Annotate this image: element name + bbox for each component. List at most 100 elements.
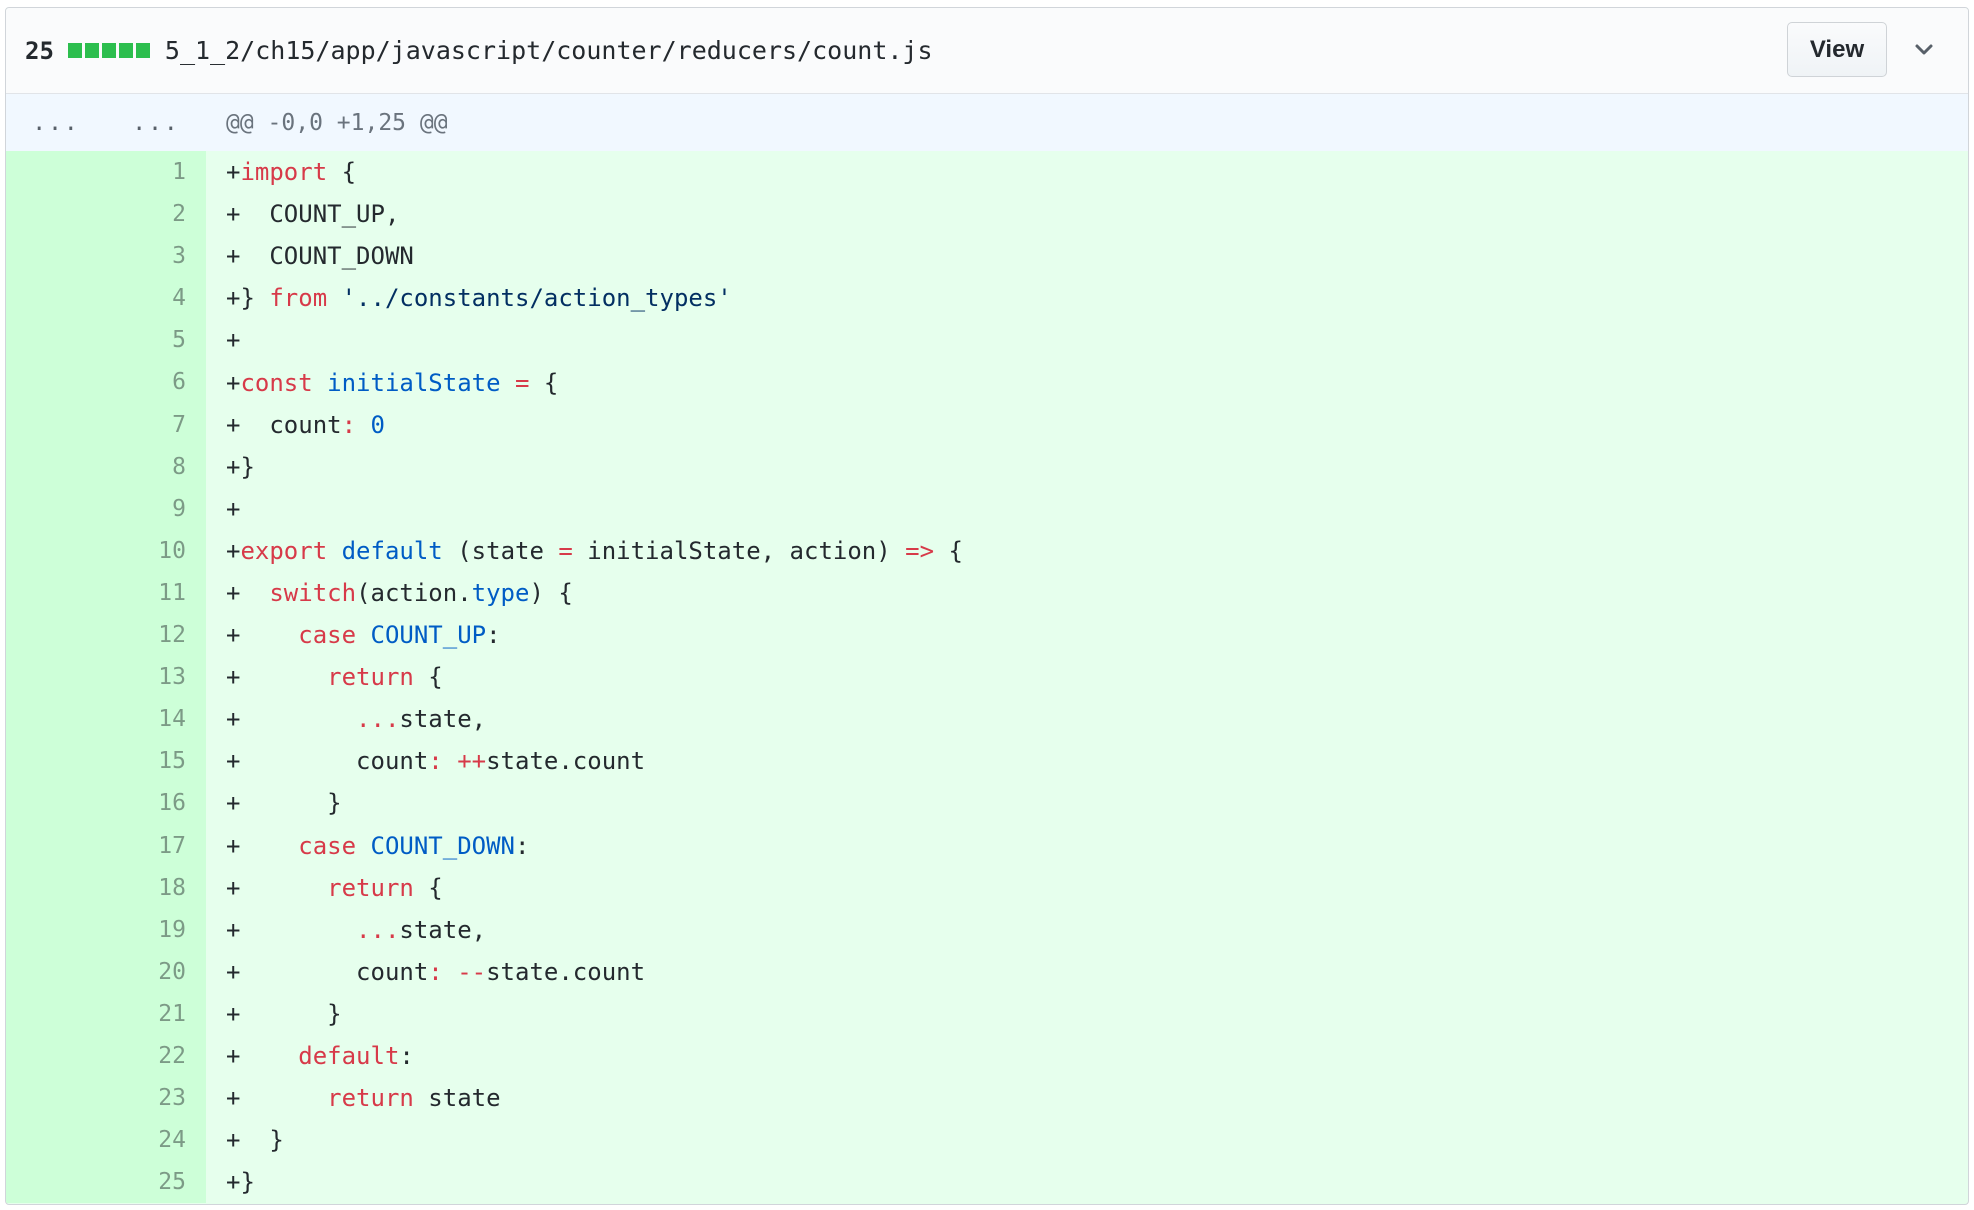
- old-line-number[interactable]: [6, 193, 106, 236]
- new-line-number[interactable]: 1: [106, 151, 206, 194]
- new-line-number[interactable]: 7: [106, 403, 206, 446]
- old-line-number[interactable]: [6, 1034, 106, 1078]
- code-token: ...: [356, 705, 400, 734]
- new-line-number[interactable]: 5: [106, 319, 206, 362]
- new-line-number[interactable]: 11: [106, 571, 206, 615]
- code-token: +: [226, 705, 357, 734]
- diff-line: 5 +: [6, 319, 1968, 362]
- old-line-number[interactable]: [6, 487, 106, 530]
- hunk-expand-new[interactable]: ...: [106, 110, 206, 136]
- file-path[interactable]: 5_1_2/ch15/app/javascript/counter/reduce…: [165, 36, 933, 65]
- old-line-number[interactable]: [6, 445, 106, 488]
- code-line: + default:: [226, 1042, 414, 1070]
- old-line-number[interactable]: [6, 950, 106, 993]
- diff-line: 4 +} from '../constants/action_types': [6, 277, 1968, 320]
- diffstat-bar: [67, 43, 153, 58]
- new-line-number[interactable]: 24: [106, 1119, 206, 1162]
- diff-line: 11 + switch(action.type) {: [6, 571, 1968, 615]
- code-token: from: [269, 284, 328, 313]
- new-line-number[interactable]: 22: [106, 1034, 206, 1078]
- new-line-number[interactable]: 15: [106, 740, 206, 783]
- code-line: + return state: [226, 1084, 501, 1112]
- new-line-number[interactable]: 23: [106, 1077, 206, 1120]
- chevron-down-icon[interactable]: [1904, 30, 1944, 70]
- code-token: {: [327, 158, 357, 187]
- new-line-number[interactable]: 16: [106, 782, 206, 825]
- code-line: + }: [226, 1000, 342, 1028]
- code-token: :: [515, 831, 530, 860]
- diff-line: 21 + }: [6, 992, 1968, 1035]
- code-token: (state: [442, 536, 559, 565]
- new-line-number[interactable]: 9: [106, 487, 206, 530]
- new-line-number[interactable]: 14: [106, 698, 206, 741]
- old-line-number[interactable]: [6, 992, 106, 1035]
- old-line-number[interactable]: [6, 614, 106, 657]
- diff-line: 22 + default:: [6, 1034, 1968, 1078]
- new-line-number[interactable]: 17: [106, 824, 206, 867]
- new-line-number[interactable]: 3: [106, 235, 206, 278]
- new-line-number[interactable]: 18: [106, 866, 206, 909]
- diff-line: 13 + return {: [6, 656, 1968, 699]
- code-token: :: [486, 621, 501, 650]
- old-line-number[interactable]: [6, 571, 106, 615]
- code-token: + COUNT_DOWN: [226, 242, 414, 271]
- diffstat-block: [118, 43, 133, 58]
- new-line-number[interactable]: 10: [106, 529, 206, 572]
- code-token: ++: [457, 747, 487, 776]
- code-token: +}: [226, 284, 270, 313]
- code-token: state,: [399, 705, 487, 734]
- new-line-number[interactable]: 4: [106, 277, 206, 320]
- diff-file: 25 5_1_2/ch15/app/javascript/counter/red…: [5, 7, 1969, 1205]
- old-line-number[interactable]: [6, 824, 106, 867]
- old-line-number[interactable]: [6, 908, 106, 951]
- old-line-number[interactable]: [6, 740, 106, 783]
- old-line-number[interactable]: [6, 1119, 106, 1162]
- old-line-number[interactable]: [6, 529, 106, 572]
- code-token: {: [413, 663, 443, 692]
- code-token: +: [226, 873, 328, 902]
- old-line-number[interactable]: [6, 782, 106, 825]
- old-line-number[interactable]: [6, 656, 106, 699]
- new-line-number[interactable]: 8: [106, 445, 206, 488]
- code-token: {: [529, 368, 559, 397]
- code-token: import: [240, 158, 328, 187]
- code-token: +: [226, 494, 241, 523]
- hunk-expand-old[interactable]: ...: [6, 110, 106, 136]
- new-line-number[interactable]: 20: [106, 950, 206, 993]
- old-line-number[interactable]: [6, 403, 106, 446]
- old-line-number[interactable]: [6, 698, 106, 741]
- new-line-number[interactable]: 19: [106, 908, 206, 951]
- old-line-number[interactable]: [6, 866, 106, 909]
- code-token: +: [226, 368, 241, 397]
- code-token: state: [413, 1084, 501, 1113]
- code-line: +export default (state = initialState, a…: [226, 537, 963, 565]
- diff-line: 7 + count: 0: [6, 403, 1968, 446]
- code-line: + }: [226, 1126, 284, 1154]
- new-line-number[interactable]: 12: [106, 614, 206, 657]
- diff-line: 24 + }: [6, 1119, 1968, 1162]
- new-line-number[interactable]: 6: [106, 361, 206, 404]
- code-token: {: [934, 536, 963, 565]
- view-file-button[interactable]: View: [1787, 22, 1887, 77]
- old-line-number[interactable]: [6, 1077, 106, 1120]
- old-line-number[interactable]: [6, 319, 106, 362]
- new-line-number[interactable]: 25: [106, 1161, 206, 1204]
- old-line-number[interactable]: [6, 361, 106, 404]
- code-token: initialState: [327, 368, 501, 397]
- new-line-number[interactable]: 21: [106, 992, 206, 1035]
- code-token: state.count: [486, 957, 646, 986]
- new-line-number[interactable]: 2: [106, 193, 206, 236]
- code-line: + return {: [226, 874, 443, 902]
- old-line-number[interactable]: [6, 277, 106, 320]
- old-line-number[interactable]: [6, 1161, 106, 1204]
- old-line-number[interactable]: [6, 235, 106, 278]
- new-line-number[interactable]: 13: [106, 656, 206, 699]
- diffstat-block: [101, 43, 116, 58]
- code-line: + count: 0: [226, 411, 385, 439]
- code-token: ...: [356, 915, 400, 944]
- old-line-number[interactable]: [6, 151, 106, 194]
